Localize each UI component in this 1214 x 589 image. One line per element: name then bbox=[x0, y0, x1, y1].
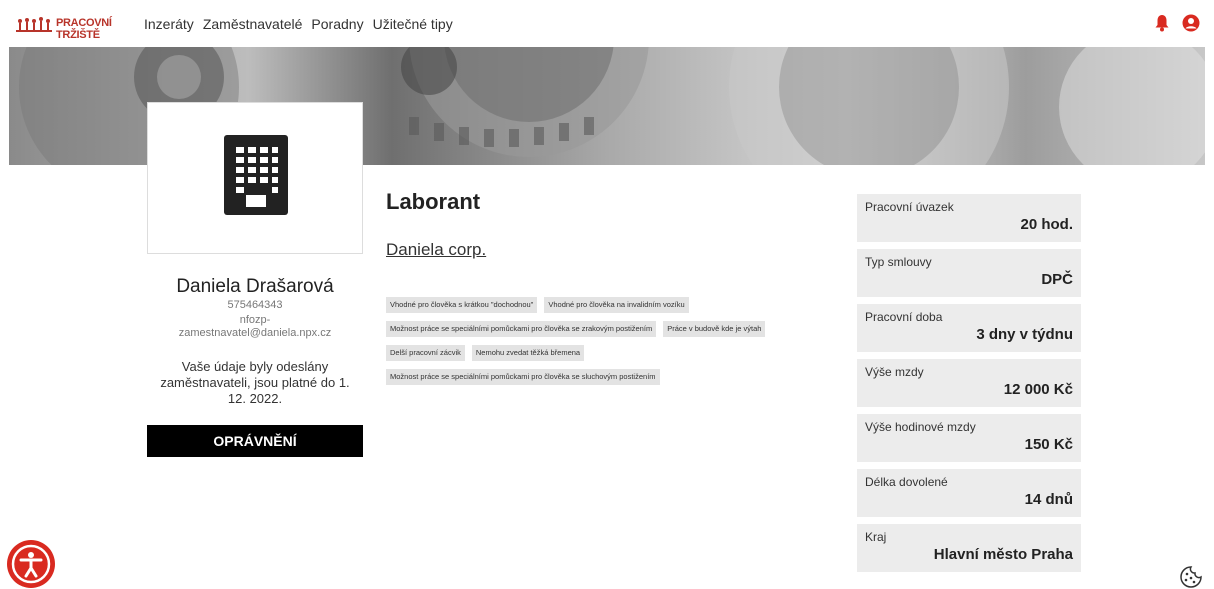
detail-label: Kraj bbox=[865, 530, 887, 544]
job-tag: Práce v budově kde je výtah bbox=[663, 321, 766, 337]
person-email: nfozp-zamestnavatel@daniela.npx.cz bbox=[178, 314, 332, 339]
detail-label: Typ smlouvy bbox=[865, 255, 932, 269]
detail-vyse-hodinove-mzdy: Výše hodinové mzdy 150 Kč bbox=[857, 414, 1081, 462]
job-tag: Vhodné pro člověka na invalidním vozíku bbox=[544, 297, 689, 313]
nav-item-inzeraty[interactable]: Inzeráty bbox=[144, 16, 194, 32]
person-name: Daniela Drašarová bbox=[176, 276, 334, 297]
detail-label: Pracovní doba bbox=[865, 310, 943, 324]
detail-value: DPČ bbox=[1041, 271, 1073, 288]
job-tag: Možnost práce se speciálními pomůckami p… bbox=[386, 369, 660, 385]
detail-value: 3 dny v týdnu bbox=[976, 326, 1073, 343]
detail-pracovni-uvazek: Pracovní úvazek 20 hod. bbox=[857, 194, 1081, 242]
nav-item-uzitecne-tipy[interactable]: Užitečné tipy bbox=[373, 16, 453, 32]
building-icon bbox=[224, 135, 288, 215]
detail-label: Pracovní úvazek bbox=[865, 200, 954, 214]
cookie-icon[interactable] bbox=[1180, 566, 1202, 588]
nav-item-zamestnavatele[interactable]: Zaměstnavatelé bbox=[203, 16, 303, 32]
accessibility-button[interactable] bbox=[7, 540, 55, 588]
detail-label: Délka dovolené bbox=[865, 475, 948, 489]
main-nav: Inzeráty Zaměstnavatelé Poradny Užitečné… bbox=[144, 16, 462, 32]
job-tag: Možnost práce se speciálními pomůckami p… bbox=[386, 321, 657, 337]
top-navbar: PRACOVNÍ TRŽIŠTĚ Inzeráty Zaměstnavatelé… bbox=[0, 0, 1214, 46]
job-tag: Delší pracovní zácvik bbox=[386, 345, 465, 361]
opravneni-button[interactable]: OPRÁVNĚNÍ bbox=[147, 425, 363, 457]
accessibility-icon bbox=[11, 544, 51, 584]
detail-label: Výše mzdy bbox=[865, 365, 924, 379]
person-phone: 575464343 bbox=[227, 299, 283, 311]
site-logo[interactable]: PRACOVNÍ TRŽIŠTĚ bbox=[16, 13, 120, 41]
submission-status-text: Vaše údaje byly odeslány zaměstnavateli,… bbox=[160, 359, 350, 406]
company-logo-card bbox=[147, 102, 363, 254]
job-title: Laborant bbox=[386, 189, 481, 214]
header-icons bbox=[1154, 14, 1200, 32]
detail-value: 12 000 Kč bbox=[1003, 381, 1073, 398]
bell-icon[interactable] bbox=[1154, 14, 1170, 32]
user-circle-icon[interactable] bbox=[1182, 14, 1200, 32]
job-details-panel: Pracovní úvazek 20 hod. Typ smlouvy DPČ … bbox=[857, 194, 1081, 579]
job-tags: Vhodné pro člověka s krátkou "dochodnou"… bbox=[386, 297, 806, 393]
detail-delka-dovolene: Délka dovolené 14 dnů bbox=[857, 469, 1081, 517]
detail-value: 20 hod. bbox=[1020, 216, 1073, 233]
job-tag: Nemohu zvedat těžká břemena bbox=[471, 345, 585, 361]
detail-value: 14 dnů bbox=[1024, 491, 1073, 508]
company-link[interactable]: Daniela corp. bbox=[386, 240, 486, 260]
job-tag: Vhodné pro člověka s krátkou "dochodnou" bbox=[386, 297, 538, 313]
logo-figures-icon bbox=[16, 17, 52, 32]
detail-vyse-mzdy: Výše mzdy 12 000 Kč bbox=[857, 359, 1081, 407]
detail-typ-smlouvy: Typ smlouvy DPČ bbox=[857, 249, 1081, 297]
detail-kraj: Kraj Hlavní město Praha bbox=[857, 524, 1081, 572]
logo-text: PRACOVNÍ TRŽIŠTĚ bbox=[56, 17, 112, 41]
detail-pracovni-doba: Pracovní doba 3 dny v týdnu bbox=[857, 304, 1081, 352]
detail-value: Hlavní město Praha bbox=[933, 546, 1073, 563]
detail-label: Výše hodinové mzdy bbox=[865, 420, 976, 434]
detail-value: 150 Kč bbox=[1024, 436, 1073, 453]
nav-item-poradny[interactable]: Poradny bbox=[311, 16, 363, 32]
